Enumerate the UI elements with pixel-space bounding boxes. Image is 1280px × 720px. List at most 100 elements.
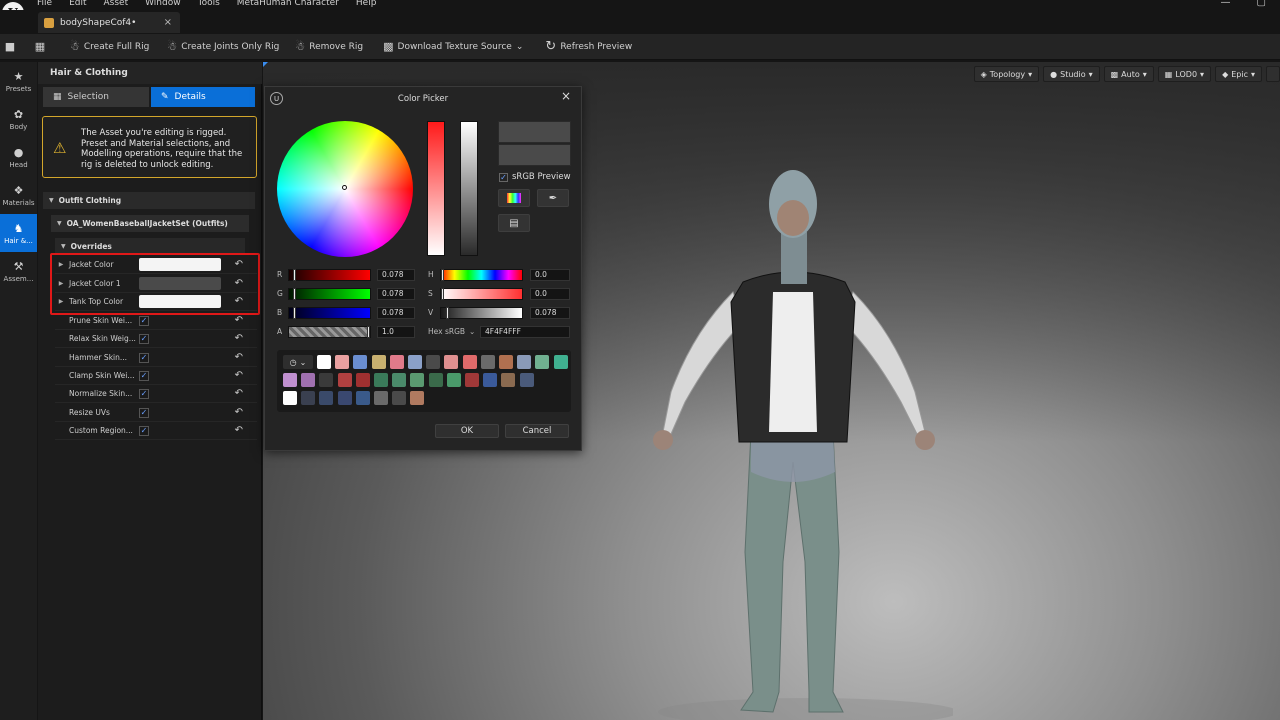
s-value-input[interactable]: 0.0 [530, 288, 570, 300]
palette-swatch[interactable] [335, 355, 350, 369]
r-value-input[interactable]: 0.078 [377, 269, 415, 281]
browse-folder-icon[interactable]: ▦ [32, 40, 48, 54]
palette-swatch[interactable] [355, 373, 370, 387]
palette-swatch[interactable] [535, 355, 550, 369]
menu-window[interactable]: Window [145, 0, 181, 8]
refresh-preview-button[interactable]: ↻ Refresh Preview [545, 39, 632, 54]
value-vertical-slider[interactable] [460, 121, 478, 256]
srgb-preview-toggle[interactable]: ✓ sRGB Preview [499, 172, 571, 182]
section-outfit-clothing[interactable]: ▼ Outfit Clothing [43, 192, 255, 209]
tank-top-color-swatch[interactable] [139, 295, 221, 308]
clamp-skin-weights-checkbox[interactable]: ✓ [139, 370, 149, 381]
reset-icon[interactable]: ↶ [235, 425, 243, 436]
resize-uvs-checkbox[interactable]: ✓ [139, 407, 149, 418]
r-slider-thumb[interactable] [293, 269, 296, 281]
download-texture-source-button[interactable]: ▩ Download Texture Source ⌄ [383, 40, 523, 53]
normalize-skin-checkbox[interactable]: ✓ [139, 388, 149, 399]
menu-asset[interactable]: Asset [104, 0, 129, 8]
menu-tools[interactable]: Tools [198, 0, 220, 8]
palette-swatch[interactable] [374, 391, 388, 405]
sidebar-item-presets[interactable]: ★ Presets [0, 62, 37, 100]
tab-selection[interactable]: ▦ Selection [43, 87, 149, 107]
r-slider[interactable] [288, 269, 371, 281]
v-slider-thumb[interactable] [446, 307, 449, 319]
g-slider-thumb[interactable] [293, 288, 296, 300]
reset-icon[interactable]: ↶ [235, 278, 243, 289]
jacket-color-1-swatch[interactable] [139, 277, 221, 290]
palette-swatch[interactable] [337, 391, 352, 405]
v-value-input[interactable]: 0.078 [530, 307, 570, 319]
palette-swatch[interactable] [355, 391, 370, 405]
chevron-right-icon[interactable]: ▶ [55, 261, 67, 268]
palette-swatch[interactable] [444, 355, 459, 369]
remove-rig-button[interactable]: ☃ Remove Rig [295, 40, 363, 53]
palette-swatch[interactable] [319, 373, 334, 387]
palette-swatch[interactable] [389, 355, 404, 369]
ok-button[interactable]: OK [435, 424, 499, 438]
palette-swatch[interactable] [337, 373, 352, 387]
reset-icon[interactable]: ↶ [235, 388, 243, 399]
sidebar-item-hair-clothing[interactable]: ♞ Hair &... [0, 214, 37, 252]
palette-swatch[interactable] [301, 391, 316, 405]
relax-skin-weights-checkbox[interactable]: ✓ [139, 333, 149, 344]
palette-swatch[interactable] [374, 373, 388, 387]
palette-swatch[interactable] [410, 373, 425, 387]
a-value-input[interactable]: 1.0 [377, 326, 415, 338]
h-value-input[interactable]: 0.0 [530, 269, 570, 281]
menu-edit[interactable]: Edit [69, 0, 86, 8]
prune-skin-weights-checkbox[interactable]: ✓ [139, 315, 149, 326]
palette-swatch[interactable] [410, 391, 425, 405]
h-slider-thumb[interactable] [441, 269, 444, 281]
palette-swatch[interactable] [392, 391, 407, 405]
h-slider[interactable] [440, 269, 523, 281]
palette-swatch[interactable] [480, 355, 495, 369]
section-outfit-asset[interactable]: ▼ OA_WomenBaseballJacketSet (Outfits) [51, 215, 249, 232]
tab-details[interactable]: ✎ Details [151, 87, 255, 107]
palette-swatch[interactable] [283, 373, 297, 387]
palette-swatch[interactable] [499, 355, 513, 369]
b-slider[interactable] [288, 307, 371, 319]
section-overrides[interactable]: ▼ Overrides [55, 238, 245, 255]
palette-swatch[interactable] [408, 355, 422, 369]
g-value-input[interactable]: 0.078 [377, 288, 415, 300]
reset-icon[interactable]: ↶ [235, 259, 243, 270]
reset-icon[interactable]: ↶ [235, 296, 243, 307]
reset-icon[interactable]: ↶ [235, 352, 243, 363]
hex-mode-dropdown[interactable]: Hex sRGB ⌄ [428, 327, 475, 336]
create-joints-only-rig-button[interactable]: ☃ Create Joints Only Rig [167, 40, 279, 53]
a-slider[interactable] [288, 326, 371, 338]
menu-file[interactable]: File [37, 0, 52, 8]
menu-metahuman-character[interactable]: MetaHuman Character [237, 0, 339, 8]
close-tab-icon[interactable]: × [164, 17, 172, 28]
save-icon[interactable]: ■ [2, 40, 18, 54]
srgb-preview-checkbox[interactable]: ✓ [499, 172, 508, 182]
chevron-right-icon[interactable]: ▶ [55, 298, 67, 305]
color-wheel-selector[interactable] [342, 185, 347, 190]
palette-swatch[interactable] [283, 391, 297, 405]
a-slider-thumb[interactable] [367, 326, 370, 338]
chevron-right-icon[interactable]: ▶ [55, 280, 67, 287]
studio-button[interactable]: ● Studio ▾ [1043, 66, 1100, 82]
cancel-button[interactable]: Cancel [505, 424, 569, 438]
g-slider[interactable] [288, 288, 371, 300]
saturation-vertical-slider[interactable] [427, 121, 445, 256]
palette-swatch[interactable] [553, 355, 568, 369]
hammer-skin-checkbox[interactable]: ✓ [139, 352, 149, 363]
custom-region-checkbox[interactable]: ✓ [139, 425, 149, 436]
palette-swatch[interactable] [483, 373, 498, 387]
topology-button[interactable]: ◈ Topology ▾ [973, 66, 1040, 82]
create-full-rig-button[interactable]: ☃ Create Full Rig [70, 40, 149, 53]
menu-help[interactable]: Help [356, 0, 377, 8]
palette-swatch[interactable] [446, 373, 461, 387]
quality-button[interactable]: ◆ Epic ▾ [1215, 66, 1262, 82]
reset-icon[interactable]: ↶ [235, 407, 243, 418]
theme-button[interactable]: ▤ [498, 214, 530, 232]
minimize-button[interactable]: — [1221, 0, 1231, 8]
v-slider[interactable] [440, 307, 523, 319]
hex-value-input[interactable]: 4F4F4FFF [480, 326, 570, 338]
reset-icon[interactable]: ↶ [235, 315, 243, 326]
jacket-color-swatch[interactable] [139, 258, 221, 271]
b-slider-thumb[interactable] [293, 307, 296, 319]
s-slider[interactable] [440, 288, 523, 300]
lod-button[interactable]: ▦ LOD0 ▾ [1157, 66, 1212, 82]
